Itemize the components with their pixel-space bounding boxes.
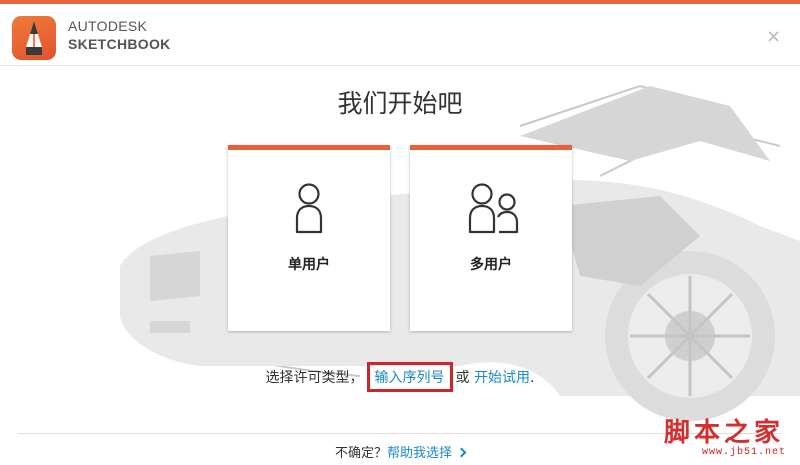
single-user-card[interactable]: 单用户 xyxy=(228,145,390,331)
chevron-right-icon[interactable] xyxy=(456,447,467,458)
serial-number-highlight: 输入序列号 xyxy=(366,362,453,392)
not-sure-text: 不确定？ xyxy=(334,446,387,461)
close-button[interactable]: × xyxy=(766,28,781,46)
single-user-label: 单用户 xyxy=(288,257,330,273)
enter-serial-link[interactable]: 输入序列号 xyxy=(375,370,445,386)
multi-user-icon xyxy=(468,183,519,234)
multi-user-card[interactable]: 多用户 xyxy=(410,145,572,331)
or-text: 或 xyxy=(455,370,470,386)
header: AUTODESK SKETCHBOOK × xyxy=(0,4,800,66)
sketchbook-logo-icon xyxy=(12,16,56,60)
page-title: 我们开始吧 xyxy=(337,89,463,118)
multi-user-label: 多用户 xyxy=(470,257,512,273)
start-trial-link[interactable]: 开始试用 xyxy=(474,370,530,386)
site-watermark-url: www.jb51.net xyxy=(701,447,786,458)
license-type-row: 选择许可类型， 输入序列号或 开始试用. xyxy=(0,362,800,392)
brand-sketchbook: SKETCHBOOK xyxy=(68,36,171,52)
license-prompt-text: 选择许可类型， xyxy=(265,370,364,386)
site-watermark: 脚本之家 xyxy=(663,418,784,448)
help-me-choose-link[interactable]: 帮助我选择 xyxy=(387,446,452,461)
brand-autodesk: AUTODESK xyxy=(68,18,148,34)
license-suffix: . xyxy=(530,370,535,386)
single-user-icon xyxy=(295,183,323,234)
